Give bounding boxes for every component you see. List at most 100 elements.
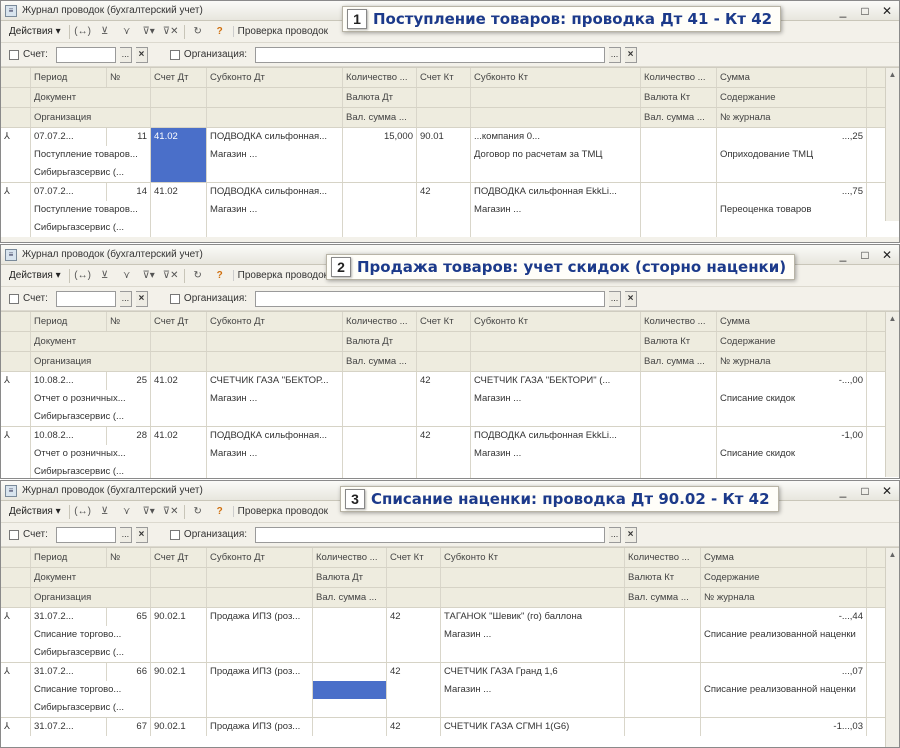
account-clear-button[interactable]: × xyxy=(135,526,148,543)
col-journal-no[interactable]: № журнала xyxy=(717,108,867,127)
table-row[interactable]: ⅄ 10.08.2... 28 41.02 ПОДВОДКА сильфонна… xyxy=(1,427,899,478)
col-currency-kt[interactable]: Валюта Кт xyxy=(625,568,701,587)
account-select-button[interactable]: ... xyxy=(119,290,132,307)
col-account-dt[interactable]: Счет Дт xyxy=(151,68,207,87)
actions-menu[interactable]: Действия ▾ xyxy=(5,26,65,37)
account-filter-checkbox[interactable] xyxy=(9,293,19,304)
col-account-kt[interactable]: Счет Кт xyxy=(387,548,441,567)
check-entries-button[interactable]: Проверка проводок xyxy=(232,506,332,517)
account-select-button[interactable]: ... xyxy=(119,526,132,543)
org-filter-input[interactable] xyxy=(255,46,606,63)
col-journal-no[interactable]: № журнала xyxy=(717,352,867,371)
account-filter-input[interactable] xyxy=(55,290,116,307)
col-currency-kt[interactable]: Валюта Кт xyxy=(641,332,717,351)
col-organization[interactable]: Организация xyxy=(31,352,151,371)
reload-icon[interactable]: ↻ xyxy=(189,24,207,40)
clear-filter-icon[interactable]: ⊽✕ xyxy=(162,24,180,40)
col-organization[interactable]: Организация xyxy=(31,108,151,127)
org-clear-button[interactable]: × xyxy=(625,526,638,543)
account-filter-input[interactable] xyxy=(55,46,116,63)
maximize-icon[interactable]: □ xyxy=(859,4,871,18)
col-sum[interactable]: Сумма xyxy=(717,312,867,331)
close-icon[interactable]: ✕ xyxy=(881,484,893,498)
col-subconto-kt[interactable]: Субконто Кт xyxy=(441,548,625,567)
actions-menu[interactable]: Действия ▾ xyxy=(5,270,65,281)
col-number[interactable]: № xyxy=(107,312,151,331)
check-entries-button[interactable]: Проверка проводок xyxy=(232,270,332,281)
table-row[interactable]: ⅄ 31.07.2... 65 90.02.1 Продажа ИПЗ (роз… xyxy=(1,608,899,663)
org-select-button[interactable]: ... xyxy=(609,526,622,543)
filter-dropdown-icon[interactable]: ⊽▾ xyxy=(140,268,158,284)
col-cur-sum-kt[interactable]: Вал. сумма ... xyxy=(641,108,717,127)
filter-icon[interactable]: ⊻ xyxy=(96,24,114,40)
col-cur-sum-dt[interactable]: Вал. сумма ... xyxy=(343,108,417,127)
account-filter-checkbox[interactable] xyxy=(9,49,19,60)
table-row[interactable]: ⅄ 07.07.2... 11 41.02 ПОДВОДКА сильфонна… xyxy=(1,128,899,183)
col-subconto-dt[interactable]: Субконто Дт xyxy=(207,312,343,331)
col-account-dt[interactable]: Счет Дт xyxy=(151,312,207,331)
col-number[interactable]: № xyxy=(107,68,151,87)
org-filter-input[interactable] xyxy=(255,526,606,543)
filter-icon[interactable]: ⊻ xyxy=(96,268,114,284)
col-qty-kt[interactable]: Количество ... xyxy=(641,68,717,87)
col-document[interactable]: Документ xyxy=(31,568,151,587)
col-qty-kt[interactable]: Количество ... xyxy=(625,548,701,567)
scroll-up-icon[interactable]: ▲ xyxy=(886,548,899,562)
col-cur-sum-dt[interactable]: Вал. сумма ... xyxy=(343,352,417,371)
close-icon[interactable]: ✕ xyxy=(881,4,893,18)
minimize-icon[interactable]: _ xyxy=(837,248,849,262)
col-subconto-dt[interactable]: Субконто Дт xyxy=(207,68,343,87)
account-clear-button[interactable]: × xyxy=(135,46,148,63)
col-cur-sum-kt[interactable]: Вал. сумма ... xyxy=(625,588,701,607)
col-subconto-kt[interactable]: Субконто Кт xyxy=(471,68,641,87)
scroll-up-icon[interactable]: ▲ xyxy=(886,68,899,82)
minimize-icon[interactable]: _ xyxy=(837,4,849,18)
reload-icon[interactable]: ↻ xyxy=(189,268,207,284)
col-period[interactable]: Период xyxy=(31,548,107,567)
col-currency-kt[interactable]: Валюта Кт xyxy=(641,88,717,107)
col-content[interactable]: Содержание xyxy=(717,332,867,351)
org-clear-button[interactable]: × xyxy=(625,290,638,307)
col-cur-sum-kt[interactable]: Вал. сумма ... xyxy=(641,352,717,371)
col-document[interactable]: Документ xyxy=(31,88,151,107)
org-filter-checkbox[interactable] xyxy=(169,529,180,540)
clear-filter-icon[interactable]: ⊽✕ xyxy=(162,504,180,520)
actions-menu[interactable]: Действия ▾ xyxy=(5,506,65,517)
col-currency-dt[interactable]: Валюта Дт xyxy=(343,332,417,351)
filter-settings-icon[interactable]: ⋎ xyxy=(118,504,136,520)
refresh-icon[interactable]: (↔) xyxy=(74,504,92,520)
account-clear-button[interactable]: × xyxy=(135,290,148,307)
col-qty-dt[interactable]: Количество ... xyxy=(343,68,417,87)
col-account-kt[interactable]: Счет Кт xyxy=(417,68,471,87)
maximize-icon[interactable]: □ xyxy=(859,484,871,498)
col-account-kt[interactable]: Счет Кт xyxy=(417,312,471,331)
reload-icon[interactable]: ↻ xyxy=(189,504,207,520)
filter-icon[interactable]: ⊻ xyxy=(96,504,114,520)
col-sum[interactable]: Сумма xyxy=(717,68,867,87)
refresh-icon[interactable]: (↔) xyxy=(74,268,92,284)
table-row[interactable]: ⅄ 07.07.2... 14 41.02 ПОДВОДКА сильфонна… xyxy=(1,183,899,237)
col-currency-dt[interactable]: Валюта Дт xyxy=(313,568,387,587)
org-filter-input[interactable] xyxy=(255,290,606,307)
org-filter-checkbox[interactable] xyxy=(169,49,180,60)
col-cur-sum-dt[interactable]: Вал. сумма ... xyxy=(313,588,387,607)
minimize-icon[interactable]: _ xyxy=(837,484,849,498)
clear-filter-icon[interactable]: ⊽✕ xyxy=(162,268,180,284)
col-subconto-kt[interactable]: Субконто Кт xyxy=(471,312,641,331)
col-currency-dt[interactable]: Валюта Дт xyxy=(343,88,417,107)
org-clear-button[interactable]: × xyxy=(625,46,638,63)
table-row[interactable]: ⅄ 31.07.2... 67 90.02.1 Продажа ИПЗ (роз… xyxy=(1,718,899,736)
account-filter-input[interactable] xyxy=(55,526,116,543)
vertical-scrollbar[interactable]: ▲ xyxy=(885,312,899,477)
col-qty-dt[interactable]: Количество ... xyxy=(343,312,417,331)
table-row[interactable]: ⅄ 31.07.2... 66 90.02.1 Продажа ИПЗ (роз… xyxy=(1,663,899,718)
col-sum[interactable]: Сумма xyxy=(701,548,867,567)
col-journal-no[interactable]: № журнала xyxy=(701,588,867,607)
org-select-button[interactable]: ... xyxy=(609,46,622,63)
col-qty-dt[interactable]: Количество ... xyxy=(313,548,387,567)
account-filter-checkbox[interactable] xyxy=(9,529,19,540)
col-organization[interactable]: Организация xyxy=(31,588,151,607)
vertical-scrollbar[interactable]: ▲ xyxy=(885,548,899,747)
col-content[interactable]: Содержание xyxy=(701,568,867,587)
col-document[interactable]: Документ xyxy=(31,332,151,351)
